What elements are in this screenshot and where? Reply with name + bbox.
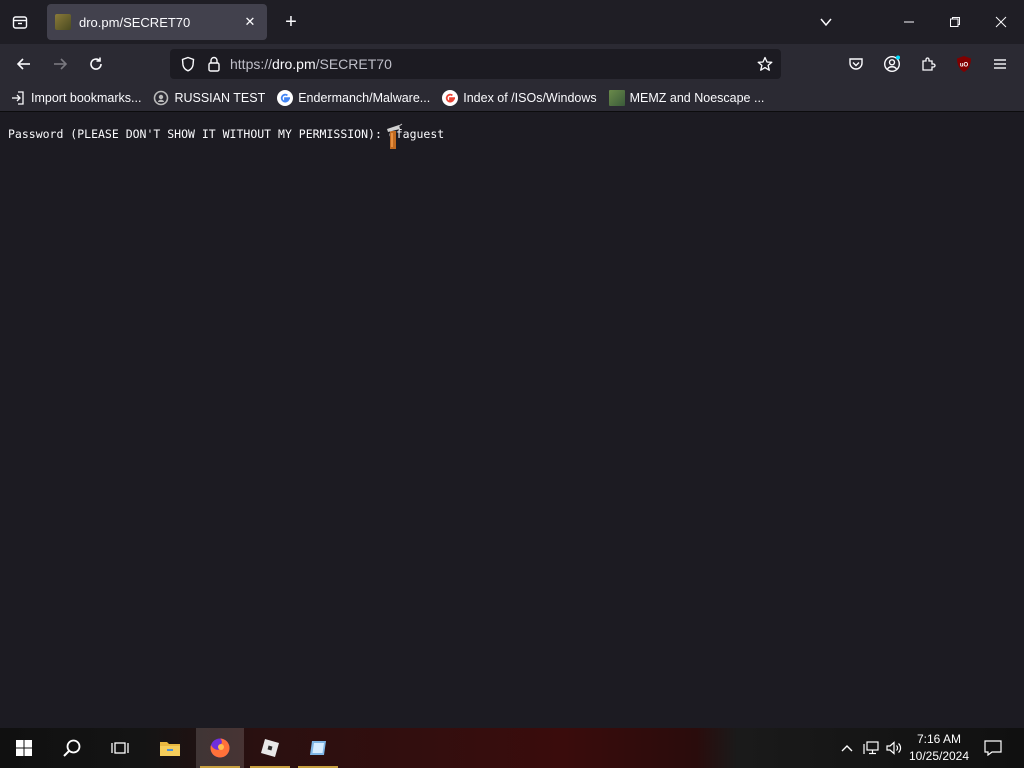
import-icon: [10, 90, 26, 106]
github-icon: [153, 89, 170, 106]
google-icon: [442, 89, 459, 106]
password-label: Password (PLEASE DON'T SHOW IT WITHOUT M…: [8, 127, 382, 141]
tracking-shield-icon[interactable]: [178, 54, 198, 74]
show-hidden-icons-icon[interactable]: [836, 728, 858, 768]
volume-icon[interactable]: [884, 728, 906, 768]
close-window-icon[interactable]: [978, 0, 1024, 44]
bookmark-endermanch[interactable]: Endermanch/Malware...: [277, 89, 431, 106]
bookmark-label: RUSSIAN TEST: [174, 90, 266, 105]
bookmark-label: MEMZ and Noescape ...: [629, 90, 765, 105]
url-scheme: https://: [230, 56, 273, 72]
forward-icon[interactable]: [46, 50, 74, 78]
memz-icon: [608, 89, 625, 106]
network-icon[interactable]: [860, 728, 882, 768]
back-icon[interactable]: [10, 50, 38, 78]
tab-title: dro.pm/SECRET70: [79, 14, 191, 30]
extensions-icon[interactable]: [916, 52, 940, 76]
menu-icon[interactable]: [988, 52, 1012, 76]
url-domain: dro.pm: [272, 56, 316, 72]
clock-time: 7:16 AM: [916, 732, 962, 746]
bookmark-label: Import bookmarks...: [31, 90, 142, 105]
page-content: Password (PLEASE DON'T SHOW IT WITHOUT M…: [0, 113, 1024, 728]
url-path: /SECRET70: [315, 56, 392, 72]
minimize-icon[interactable]: [886, 0, 932, 44]
ublock-origin-icon[interactable]: uO: [952, 52, 976, 76]
animated-cursor-icon: [387, 123, 403, 149]
svg-text:uO: uO: [960, 63, 969, 69]
notes-app-icon[interactable]: [294, 728, 342, 768]
pocket-icon[interactable]: [844, 52, 868, 76]
site-favicon-icon: [55, 14, 71, 30]
clock-date: 10/25/2024: [908, 749, 970, 763]
bookmark-import[interactable]: Import bookmarks...: [10, 90, 141, 106]
account-icon[interactable]: [880, 52, 904, 76]
system-clock[interactable]: 7:16 AM 10/25/2024: [906, 731, 972, 765]
tab-active[interactable]: dro.pm/SECRET70 ✕: [47, 4, 267, 40]
tab-close-icon[interactable]: ✕: [241, 13, 259, 31]
bookmark-russian-test[interactable]: RUSSIAN TEST: [153, 89, 266, 106]
bookmark-memz[interactable]: MEMZ and Noescape ...: [608, 89, 765, 106]
tab-bar: dro.pm/SECRET70 ✕ +: [0, 0, 1024, 44]
restore-icon[interactable]: [932, 0, 978, 44]
start-windows-icon[interactable]: [0, 728, 48, 768]
bookmark-label: Index of /ISOs/Windows: [463, 90, 597, 105]
firefox-taskbar-icon[interactable]: [196, 728, 244, 768]
bookmark-star-icon[interactable]: [753, 52, 777, 76]
windows-taskbar: 7:16 AM 10/25/2024: [0, 728, 1024, 768]
bookmark-label: Endermanch/Malware...: [298, 90, 431, 105]
bookmark-isos-windows[interactable]: Index of /ISOs/Windows: [442, 89, 597, 106]
bookmarks-toolbar: Import bookmarks... RUSSIAN TEST Enderma…: [0, 84, 1024, 112]
roblox-icon[interactable]: [246, 728, 294, 768]
task-view-icon[interactable]: [96, 728, 144, 768]
reload-icon[interactable]: [82, 50, 110, 78]
tab-list-icon[interactable]: [0, 0, 40, 44]
google-icon: [277, 89, 294, 106]
password-line: Password (PLEASE DON'T SHOW IT WITHOUT M…: [8, 127, 444, 141]
list-all-tabs-icon[interactable]: [812, 10, 840, 34]
lock-icon[interactable]: [204, 54, 224, 74]
notifications-icon[interactable]: [978, 728, 1008, 768]
nav-toolbar: https://dro.pm/SECRET70 uO: [0, 44, 1024, 84]
search-icon[interactable]: [48, 728, 96, 768]
url-bar[interactable]: https://dro.pm/SECRET70: [170, 49, 781, 79]
file-explorer-icon[interactable]: [146, 728, 194, 768]
new-tab-icon[interactable]: +: [280, 10, 302, 34]
url-text[interactable]: https://dro.pm/SECRET70: [230, 56, 753, 72]
